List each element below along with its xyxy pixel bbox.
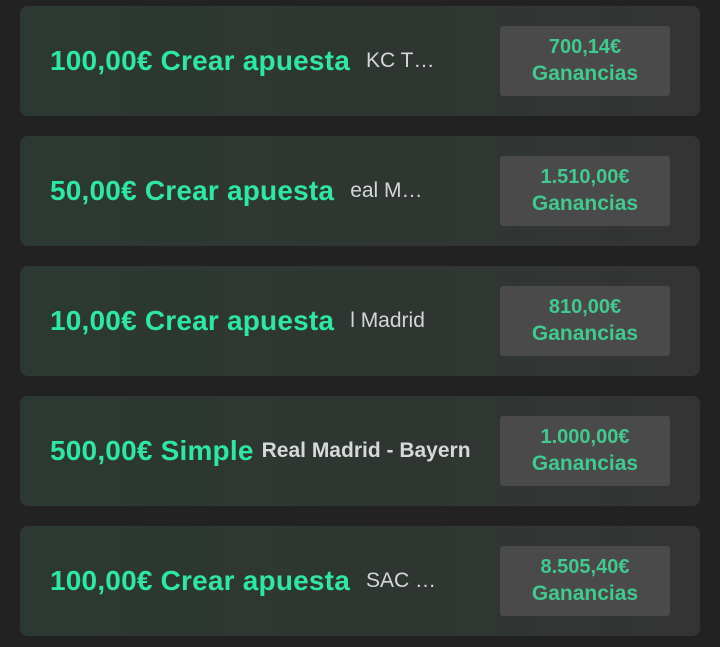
payout-amount: 1.510,00€ <box>540 166 630 189</box>
bet-type: Crear apuesta <box>144 175 335 206</box>
payout-label: Ganancias <box>531 452 639 476</box>
bet-info: 50,00€ Crear apuesta eal Madrid <box>50 136 480 246</box>
payout-box: 810,00€ Ganancias <box>500 286 670 356</box>
bet-type: Crear apuesta <box>144 305 335 336</box>
payout-box: 700,14€ Ganancias <box>500 26 670 96</box>
payout-label: Ganancias <box>531 62 639 86</box>
bet-card[interactable]: 10,00€ Crear apuesta l Madrid 810,00€ Ga… <box>20 266 700 376</box>
payout-amount: 810,00€ <box>548 296 622 319</box>
bet-info: 100,00€ Crear apuesta KC Thunder <box>50 6 480 116</box>
bet-type: Crear apuesta <box>160 565 350 596</box>
bet-stake-and-type: 500,00€ Simple <box>50 435 254 467</box>
payout-label: Ganancias <box>531 192 639 216</box>
bet-info: 10,00€ Crear apuesta l Madrid <box>50 266 480 376</box>
payout-amount: 8.505,40€ <box>540 556 630 579</box>
bet-history-list: 100,00€ Crear apuesta KC Thunder 700,14€… <box>0 0 720 647</box>
bet-card[interactable]: 100,00€ Crear apuesta KC Thunder 700,14€… <box>20 6 700 116</box>
payout-box: 8.505,40€ Ganancias <box>500 546 670 616</box>
bet-card[interactable]: 100,00€ Crear apuesta SAC Kings 8.505,40… <box>20 526 700 636</box>
bet-info: 100,00€ Crear apuesta SAC Kings <box>50 526 480 636</box>
bet-event: Real Madrid - Bayern <box>261 439 471 462</box>
bet-stake-and-type: 10,00€ Crear apuesta <box>50 305 334 337</box>
bet-info: 500,00€ Simple Real Madrid - Bayern <box>50 396 480 506</box>
bet-type: Simple <box>160 435 254 466</box>
bet-stake-and-type: 100,00€ Crear apuesta <box>50 45 350 77</box>
bet-stake: 500,00€ <box>50 435 153 466</box>
bet-event: SAC Kings <box>365 569 446 592</box>
payout-box: 1.000,00€ Ganancias <box>500 416 670 486</box>
bet-card[interactable]: 500,00€ Simple Real Madrid - Bayern 1.00… <box>20 396 700 506</box>
bet-event: eal Madrid <box>350 179 430 202</box>
bet-stake: 10,00€ <box>50 305 137 336</box>
bet-stake-and-type: 100,00€ Crear apuesta <box>50 565 350 597</box>
bet-stake: 100,00€ <box>50 45 153 76</box>
bet-stake: 50,00€ <box>50 175 137 206</box>
payout-amount: 1.000,00€ <box>540 426 630 449</box>
bet-event: l Madrid <box>350 309 425 332</box>
bet-event: KC Thunder <box>365 49 446 72</box>
payout-label: Ganancias <box>531 322 639 346</box>
payout-label: Ganancias <box>531 582 639 606</box>
bet-stake: 100,00€ <box>50 565 153 596</box>
bet-stake-and-type: 50,00€ Crear apuesta <box>50 175 334 207</box>
bet-type: Crear apuesta <box>160 45 350 76</box>
payout-box: 1.510,00€ Ganancias <box>500 156 670 226</box>
bet-card[interactable]: 50,00€ Crear apuesta eal Madrid 1.510,00… <box>20 136 700 246</box>
payout-amount: 700,14€ <box>548 36 622 59</box>
